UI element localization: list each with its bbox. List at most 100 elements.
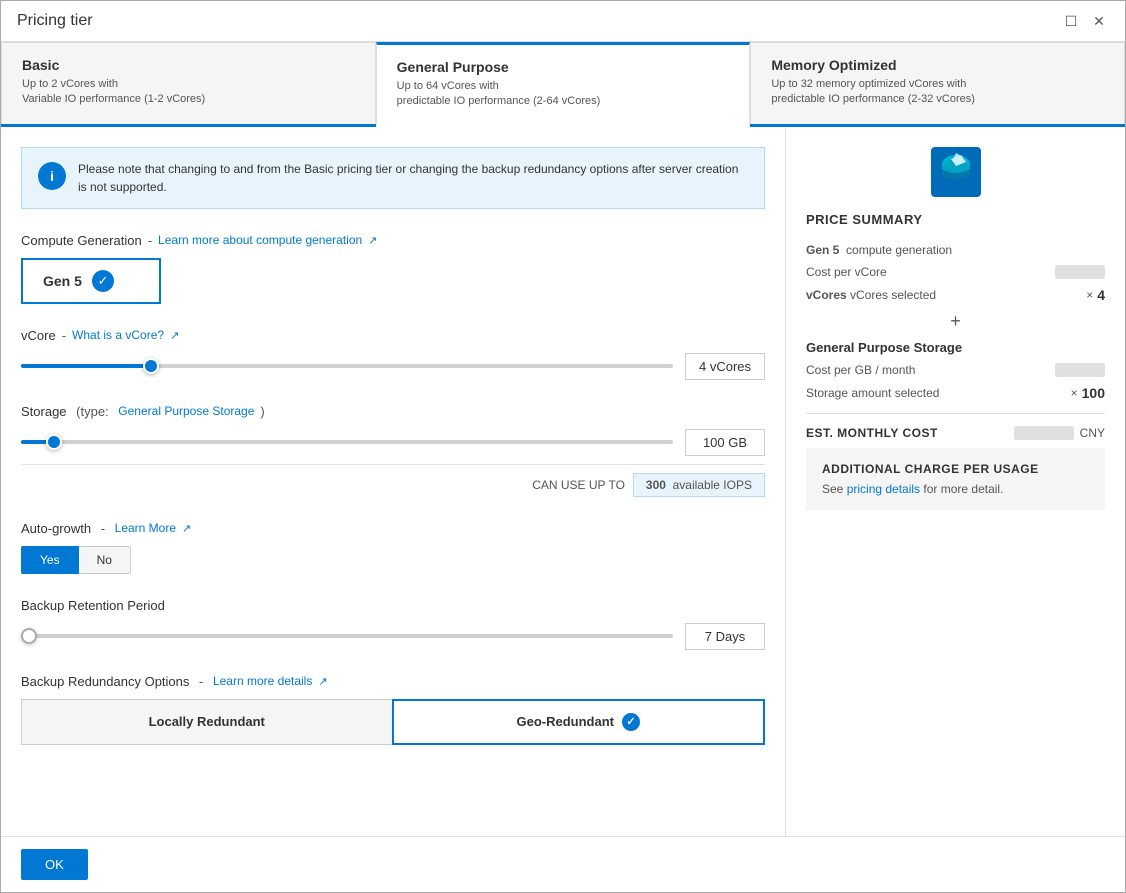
auto-growth-link[interactable]: Learn More: [115, 521, 176, 535]
pricing-details-link[interactable]: pricing details: [847, 482, 920, 496]
auto-growth-section: Auto-growth - Learn More ↗ Yes No: [21, 521, 765, 574]
gen5-price-row: Gen 5 compute generation: [806, 243, 1105, 257]
vcore-track: [21, 364, 673, 368]
additional-charge: ADDITIONAL CHARGE PER USAGE See pricing …: [806, 448, 1105, 510]
plus-divider: +: [806, 311, 1105, 332]
tab-basic-desc: Up to 2 vCores withVariable IO performan…: [22, 77, 355, 108]
geo-check: ✓: [622, 713, 640, 731]
backup-thumb[interactable]: [21, 628, 37, 644]
gen5-price-label: Gen 5 compute generation: [806, 243, 1105, 257]
vcore-fill: [21, 364, 151, 368]
redundancy-locally[interactable]: Locally Redundant: [21, 699, 392, 745]
vcore-label: vCore - What is a vCore? ↗: [21, 328, 765, 343]
price-summary-title: PRICE SUMMARY: [806, 212, 1105, 227]
redundancy-tabs: Locally Redundant Geo-Redundant ✓: [21, 699, 765, 745]
auto-growth-toggle: Yes No: [21, 546, 765, 574]
auto-growth-label: Auto-growth - Learn More ↗: [21, 521, 765, 536]
backup-slider-row: 7 Days: [21, 623, 765, 650]
gen5-selector[interactable]: Gen 5 ✓: [21, 258, 161, 304]
tab-basic-title: Basic: [22, 57, 355, 73]
iops-suffix: available IOPS: [673, 478, 752, 492]
storage-slider-container[interactable]: [21, 432, 673, 452]
backup-slider[interactable]: [21, 626, 673, 646]
vcore-section: vCore - What is a vCore? ↗ 4 vCores: [21, 328, 765, 380]
gen5-check: ✓: [92, 270, 114, 292]
vcores-count: 4: [1097, 287, 1105, 303]
tab-memory-title: Memory Optimized: [771, 57, 1104, 73]
est-currency: CNY: [1080, 426, 1105, 440]
backup-track: [21, 634, 673, 638]
info-box: i Please note that changing to and from …: [21, 147, 765, 209]
tab-general[interactable]: General Purpose Up to 64 vCores withpred…: [376, 42, 751, 127]
iops-row: CAN USE UP TO 300 available IOPS: [21, 464, 765, 497]
tier-tabs: Basic Up to 2 vCores withVariable IO per…: [1, 42, 1125, 127]
tab-memory[interactable]: Memory Optimized Up to 32 memory optimiz…: [750, 42, 1125, 124]
footer: OK: [1, 836, 1125, 892]
backup-retention-label: Backup Retention Period: [21, 598, 765, 613]
info-message: Please note that changing to and from th…: [78, 160, 748, 196]
additional-charge-text: See pricing details for more detail.: [822, 482, 1089, 496]
vcore-value: 4 vCores: [685, 353, 765, 380]
storage-track: [21, 440, 673, 444]
vcore-thumb[interactable]: [143, 358, 159, 374]
compute-gen-label: Compute Generation - Learn more about co…: [21, 233, 765, 248]
additional-charge-title: ADDITIONAL CHARGE PER USAGE: [822, 462, 1089, 476]
storage-value: 100 GB: [685, 429, 765, 456]
product-icon-container: [806, 147, 1105, 200]
cost-per-gb-label: Cost per GB / month: [806, 363, 1055, 377]
backup-redundancy-section: Backup Redundancy Options - Learn more d…: [21, 674, 765, 745]
storage-thumb[interactable]: [46, 434, 62, 450]
cost-per-vcore-row: Cost per vCore: [806, 265, 1105, 279]
tab-general-desc: Up to 64 vCores withpredictable IO perfo…: [397, 79, 730, 110]
compute-gen-link[interactable]: Learn more about compute generation: [158, 233, 362, 247]
cost-per-vcore-label: Cost per vCore: [806, 265, 1055, 279]
storage-section: Storage (type: General Purpose Storage )…: [21, 404, 765, 497]
storage-label: Storage (type: General Purpose Storage ): [21, 404, 765, 419]
info-icon: i: [38, 162, 66, 190]
tab-general-title: General Purpose: [397, 59, 730, 75]
storage-type-link[interactable]: General Purpose Storage: [118, 404, 254, 418]
auto-growth-yes[interactable]: Yes: [21, 546, 79, 574]
redundancy-geo[interactable]: Geo-Redundant ✓: [392, 699, 766, 745]
window-controls: ☐ ✕: [1061, 11, 1109, 31]
storage-amount-label: Storage amount selected: [806, 386, 1071, 400]
vcore-link[interactable]: What is a vCore?: [72, 328, 164, 342]
pricing-tier-window: Pricing tier ☐ ✕ Basic Up to 2 vCores wi…: [0, 0, 1126, 893]
storage-amount-row: Storage amount selected × 100: [806, 385, 1105, 401]
storage-amount-value: 100: [1082, 385, 1105, 401]
vcore-slider-container[interactable]: [21, 356, 673, 376]
iops-value: 300: [646, 478, 666, 492]
main-content: i Please note that changing to and from …: [1, 127, 1125, 836]
iops-box: 300 available IOPS: [633, 473, 765, 497]
backup-value: 7 Days: [685, 623, 765, 650]
backup-retention-section: Backup Retention Period 7 Days: [21, 598, 765, 650]
vcore-slider-row: 4 vCores: [21, 353, 765, 380]
est-monthly-label: EST. MONTHLY COST: [806, 426, 938, 440]
vcores-selected-row: vCores vCores selected × 4: [806, 287, 1105, 303]
ok-button[interactable]: OK: [21, 849, 88, 880]
compute-generation-section: Compute Generation - Learn more about co…: [21, 233, 765, 304]
cost-per-gb-pill: [1055, 363, 1105, 377]
est-value: CNY: [1014, 426, 1105, 440]
title-bar: Pricing tier ☐ ✕: [1, 1, 1125, 42]
product-icon: [931, 147, 981, 197]
backup-redundancy-link[interactable]: Learn more details: [213, 674, 312, 688]
est-monthly-row: EST. MONTHLY COST CNY: [806, 426, 1105, 440]
divider: [806, 413, 1105, 414]
auto-growth-no[interactable]: No: [79, 546, 131, 574]
storage-slider-row: 100 GB: [21, 429, 765, 456]
tab-basic[interactable]: Basic Up to 2 vCores withVariable IO per…: [1, 42, 376, 124]
gen5-label: Gen 5: [43, 273, 82, 289]
close-button[interactable]: ✕: [1089, 11, 1109, 31]
tab-memory-desc: Up to 32 memory optimized vCores withpre…: [771, 77, 1104, 108]
cost-per-gb-row: Cost per GB / month: [806, 363, 1105, 377]
right-panel: PRICE SUMMARY Gen 5 compute generation C…: [785, 127, 1125, 836]
window-title: Pricing tier: [17, 12, 93, 30]
minimize-button[interactable]: ☐: [1061, 11, 1081, 31]
iops-prefix: CAN USE UP TO: [532, 478, 625, 492]
price-summary: PRICE SUMMARY Gen 5 compute generation C…: [786, 127, 1125, 530]
cost-per-vcore-pill: [1055, 265, 1105, 279]
est-cost-pill: [1014, 426, 1074, 440]
left-panel: i Please note that changing to and from …: [1, 127, 785, 836]
backup-redundancy-label: Backup Redundancy Options - Learn more d…: [21, 674, 765, 689]
